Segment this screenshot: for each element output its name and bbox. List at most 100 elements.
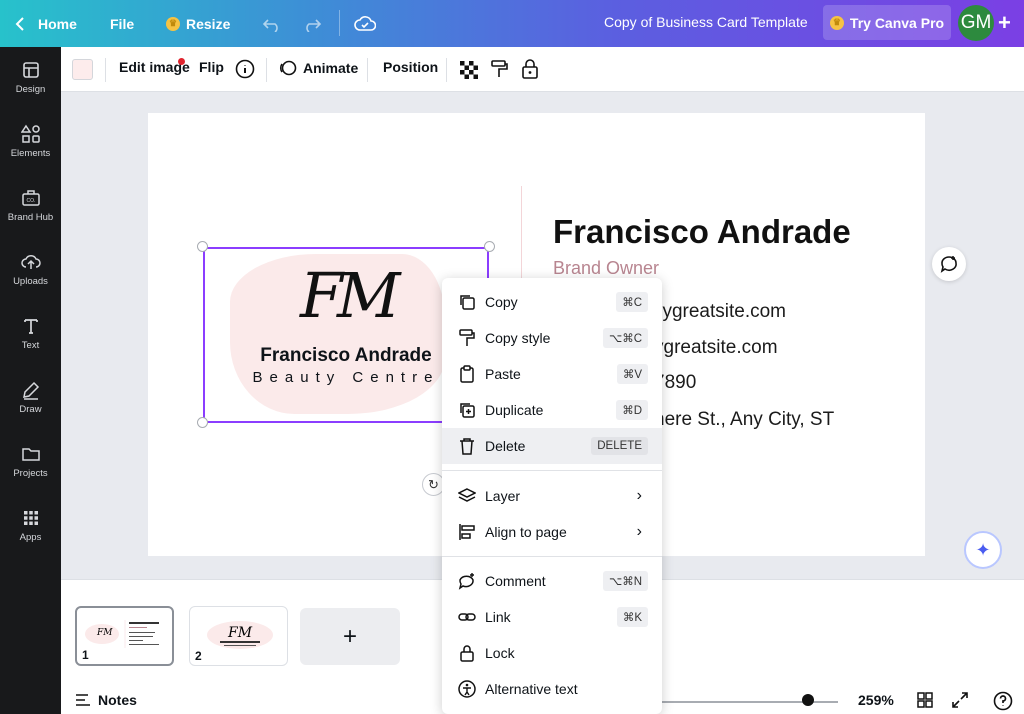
- cloud-saved-icon[interactable]: [354, 15, 376, 33]
- sidebar-item-brand-hub[interactable]: CO. Brand Hub: [0, 175, 61, 235]
- page-thumbnail[interactable]: FM 2: [189, 606, 288, 666]
- divider: [367, 58, 368, 82]
- uploads-icon: [20, 254, 41, 269]
- avatar[interactable]: GM: [958, 5, 994, 41]
- try-canva-pro-button[interactable]: ♛ Try Canva Pro: [823, 5, 951, 40]
- animate-icon: [279, 60, 297, 76]
- menu-item-comment[interactable]: Comment ⌥⌘N: [442, 563, 662, 599]
- paint-roller-icon[interactable]: [489, 59, 509, 79]
- menu-item-label: Delete: [485, 438, 526, 454]
- paint-roller-icon: [457, 328, 477, 348]
- file-menu[interactable]: File: [110, 16, 134, 32]
- menu-item-paste[interactable]: Paste ⌘V: [442, 356, 662, 392]
- menu-item-label: Lock: [485, 645, 515, 661]
- zoom-level[interactable]: 259%: [858, 692, 894, 708]
- alt-text-icon: [457, 679, 477, 699]
- notes-button[interactable]: Notes: [75, 692, 137, 708]
- document-title[interactable]: Copy of Business Card Template: [604, 14, 808, 30]
- sidebar-item-draw[interactable]: Draw: [0, 367, 61, 427]
- position-button[interactable]: Position: [383, 59, 438, 75]
- duplicate-icon: [457, 400, 477, 420]
- zoom-slider-handle[interactable]: [802, 694, 814, 706]
- card-info-email[interactable]: llygreatsite.com: [654, 301, 786, 323]
- resize-handle[interactable]: [484, 241, 495, 252]
- resize-label: Resize: [186, 15, 231, 32]
- menu-item-copy[interactable]: Copy ⌘C: [442, 284, 662, 320]
- text-icon: [23, 318, 38, 334]
- sidebar-item-apps[interactable]: Apps: [0, 495, 61, 555]
- crown-icon: ♛: [829, 15, 844, 30]
- add-page-button[interactable]: +: [300, 608, 400, 665]
- menu-item-label: Paste: [485, 366, 521, 382]
- keyboard-shortcut: ⌥⌘N: [602, 571, 648, 591]
- sidebar-item-elements[interactable]: Elements: [0, 111, 61, 171]
- notes-label: Notes: [98, 692, 137, 708]
- sidebar-item-label: Apps: [19, 531, 42, 543]
- keyboard-shortcut: DELETE: [591, 437, 648, 455]
- sidebar-item-label: Projects: [13, 467, 48, 479]
- page-number: 2: [195, 649, 202, 663]
- keyboard-shortcut: ⌘V: [616, 364, 648, 384]
- menu-item-align-to-page[interactable]: Align to page ›: [442, 514, 662, 550]
- divider: [446, 58, 447, 82]
- sidebar-item-text[interactable]: Text: [0, 303, 61, 363]
- sidebar-item-label: Uploads: [13, 275, 48, 287]
- menu-item-lock[interactable]: Lock: [442, 635, 662, 671]
- svg-text:CO.: CO.: [26, 198, 35, 204]
- card-role[interactable]: Brand Owner: [553, 258, 659, 279]
- menu-item-link[interactable]: Link ⌘K: [442, 599, 662, 635]
- card-info-address[interactable]: here St., Any City, ST: [654, 409, 834, 431]
- page-preview: FM: [85, 620, 159, 648]
- notes-icon: [76, 694, 90, 706]
- home-link[interactable]: Home: [38, 16, 77, 32]
- lock-icon[interactable]: [520, 58, 540, 80]
- menu-item-label: Comment: [485, 573, 546, 589]
- sidebar-item-label: Elements: [10, 147, 51, 159]
- resize-handle[interactable]: [197, 241, 208, 252]
- menu-item-label: Align to page: [485, 524, 567, 540]
- back-chevron-icon[interactable]: [14, 16, 26, 32]
- menu-item-copy-style[interactable]: Copy style ⌥⌘C: [442, 320, 662, 356]
- menu-item-alternative-text[interactable]: Alternative text: [442, 671, 662, 707]
- menu-item-label: Copy: [485, 294, 518, 310]
- resize-handle[interactable]: [197, 417, 208, 428]
- transparency-icon[interactable]: [459, 60, 479, 80]
- try-pro-label: Try Canva Pro: [849, 14, 945, 31]
- link-icon: [457, 607, 477, 627]
- redo-icon[interactable]: [302, 16, 322, 32]
- undo-icon[interactable]: [262, 16, 282, 32]
- keyboard-shortcut: ⌘K: [616, 607, 648, 627]
- keyboard-shortcut: ⌘C: [616, 292, 648, 312]
- layers-icon: [457, 486, 477, 506]
- notification-dot: [178, 58, 185, 65]
- keyboard-shortcut: ⌘D: [616, 400, 648, 420]
- menu-item-label: Alternative text: [485, 681, 578, 697]
- magic-sparkle-icon[interactable]: ✦: [964, 531, 1002, 569]
- align-icon: [457, 522, 477, 542]
- card-name[interactable]: Francisco Andrade: [553, 213, 851, 251]
- grid-view-icon[interactable]: [916, 691, 934, 714]
- menu-item-layer[interactable]: Layer ›: [442, 478, 662, 514]
- resize-button[interactable]: ♛ Resize: [166, 16, 230, 32]
- color-swatch[interactable]: [72, 59, 93, 80]
- divider: [266, 58, 267, 82]
- help-icon[interactable]: [993, 691, 1013, 714]
- animate-button[interactable]: Animate: [279, 59, 358, 77]
- menu-item-label: Copy style: [485, 330, 551, 346]
- flip-button[interactable]: Flip: [199, 59, 224, 75]
- card-info-website[interactable]: ygreatsite.com: [654, 337, 778, 359]
- menu-item-delete[interactable]: Delete DELETE: [442, 428, 662, 464]
- page-thumbnail[interactable]: FM 1: [75, 606, 174, 666]
- add-comment-icon[interactable]: [932, 247, 966, 281]
- sidebar-item-uploads[interactable]: Uploads: [0, 239, 61, 299]
- menu-item-label: Layer: [485, 488, 521, 504]
- plus-icon[interactable]: +: [998, 10, 1011, 36]
- menu-item-duplicate[interactable]: Duplicate ⌘D: [442, 392, 662, 428]
- sidebar-item-label: Draw: [19, 403, 42, 415]
- sidebar-item-projects[interactable]: Projects: [0, 431, 61, 491]
- fullscreen-icon[interactable]: [951, 691, 969, 714]
- info-icon[interactable]: [235, 59, 255, 79]
- sidebar: Design Elements CO. Brand Hub Uploads Te…: [0, 47, 61, 714]
- divider: [339, 10, 340, 36]
- sidebar-item-design[interactable]: Design: [0, 47, 61, 107]
